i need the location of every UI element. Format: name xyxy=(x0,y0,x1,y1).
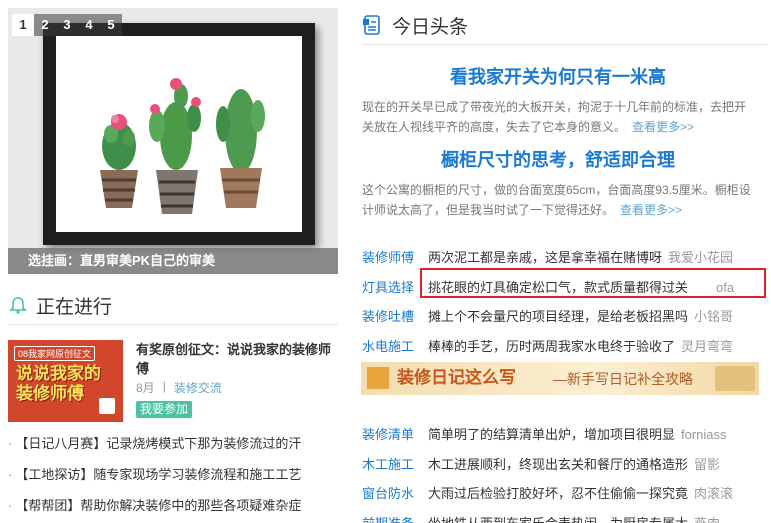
highlight-box xyxy=(420,268,766,298)
news-category[interactable]: 水电施工 xyxy=(362,332,428,362)
headline-body: 现在的开关早已成了带夜光的大板开关，拘泥于十几年前的标准，去把开关放在人视线平齐… xyxy=(362,97,754,137)
slider-tabs: 1 2 3 4 5 xyxy=(12,14,122,36)
headlines-title: 今日头条 xyxy=(392,16,469,38)
news-row[interactable]: 装修清单 简单明了的结算清单出炉，增加项目很明显 forniass xyxy=(362,420,767,450)
news-row[interactable]: 木工施工 木工进展顺利，终现出玄关和餐厅的通格造形 留影 xyxy=(362,450,767,480)
news-title[interactable]: 大雨过后检验打胶好坏，忍不住偷偷一探究竟 xyxy=(428,479,688,509)
news-title[interactable]: 木工进展顺利，终现出玄关和餐厅的通格造形 xyxy=(428,450,688,480)
news-row[interactable]: 窗台防水 大雨过后检验打胶好坏，忍不住偷偷一探究竟 肉滚滚 xyxy=(362,479,767,509)
gift-icon xyxy=(99,398,115,414)
bullet-icon: · xyxy=(8,498,13,513)
news-category[interactable]: 装修清单 xyxy=(362,420,428,450)
news-title[interactable]: 坐地铁从西到东家乐会表热闹，为厨房专属大 xyxy=(428,509,688,523)
bullet-icon: · xyxy=(8,436,13,451)
list-item[interactable]: · 【日记八月赛】记录烧烤模式下那为装修流过的汗 xyxy=(8,436,348,467)
bullet-icon: · xyxy=(8,467,13,482)
news-author[interactable]: 燕肉 xyxy=(694,509,720,523)
headline-article: 看我家开关为何只有一米高 现在的开关早已成了带夜光的大板开关，拘泥于十几年前的标… xyxy=(362,63,754,137)
list-item[interactable]: · 【工地探访】随专家现场学习装修流程和施工工艺 xyxy=(8,467,348,498)
slider-tab-2[interactable]: 2 xyxy=(34,14,56,36)
news-row[interactable]: 水电施工 棒棒的手艺，历时两周我家水电终于验收了 灵月弯弯 xyxy=(362,332,767,362)
slider-tab-4[interactable]: 4 xyxy=(78,14,100,36)
join-button[interactable]: 我要参加 xyxy=(136,401,193,418)
headline-summary: 这个公寓的橱柜的尺寸，做的台面宽度65cm，台面高度93.5厘米。橱柜设计师说太… xyxy=(362,183,751,217)
feature-meta: 8月 | 装修交流 xyxy=(136,379,222,396)
list-item-text: 【工地探访】随专家现场学习装修流程和施工工艺 xyxy=(15,467,302,482)
news-author[interactable]: 留影 xyxy=(694,450,720,480)
list-item-text: 【帮帮团】帮助你解决装修中的那些各项疑难杂症 xyxy=(15,498,302,513)
bracket-icon xyxy=(367,367,389,389)
slider-caption[interactable]: 选挂画：直男审美PK自己的审美 xyxy=(8,248,338,274)
news-author[interactable]: forniass xyxy=(681,420,727,450)
divider xyxy=(8,324,338,325)
feature-image-text: 说说我家的装修师傅 xyxy=(16,364,101,403)
news-category[interactable]: 装修师傅 xyxy=(362,243,428,273)
news-row[interactable]: 前期准备 坐地铁从西到东家乐会表热闹，为厨房专属大 燕肉 xyxy=(362,509,767,523)
news-author[interactable]: 灵月弯弯 xyxy=(681,332,733,362)
feature-image[interactable]: 08我家网原创征文 说说我家的装修师傅 xyxy=(8,340,123,422)
headline-body: 这个公寓的橱柜的尺寸，做的台面宽度65cm，台面高度93.5厘米。橱柜设计师说太… xyxy=(362,180,754,220)
feature-month: 8月 xyxy=(136,381,155,395)
feature-category[interactable]: 装修交流 xyxy=(174,379,222,396)
bell-icon xyxy=(9,297,27,314)
banner-subtitle: —新手写日记补全攻略 xyxy=(553,371,693,387)
slider-tab-3[interactable]: 3 xyxy=(56,14,78,36)
framed-picture[interactable] xyxy=(43,23,315,245)
cactus-image xyxy=(100,78,265,214)
image-slider[interactable]: 1 2 3 4 5 选挂画：直男审美PK自己的审美 xyxy=(8,8,338,274)
headline-article: 橱柜尺寸的思考，舒适即合理 这个公寓的橱柜的尺寸，做的台面宽度65cm，台面高度… xyxy=(362,146,754,220)
slider-tab-5[interactable]: 5 xyxy=(100,14,122,36)
headline-title[interactable]: 看我家开关为何只有一米高 xyxy=(362,63,754,89)
ongoing-list: · 【日记八月赛】记录烧烤模式下那为装修流过的汗 · 【工地探访】随专家现场学习… xyxy=(8,436,348,523)
feature-title[interactable]: 有奖原创征文：说说我家的装修师傅 xyxy=(136,340,336,378)
ongoing-title: 正在进行 xyxy=(36,296,113,318)
news-category[interactable]: 灯具选择 xyxy=(362,273,428,303)
news-title[interactable]: 摊上个不会量尺的项目经理，是给老板招黑吗 xyxy=(428,302,688,332)
document-icon xyxy=(363,15,380,35)
news-category[interactable]: 前期准备 xyxy=(362,509,428,523)
diary-banner[interactable]: 装修日记这么写 —新手写日记补全攻略 xyxy=(361,362,759,395)
news-row[interactable]: 装修吐槽 摊上个不会量尺的项目经理，是给老板招黑吗 小铭哥 xyxy=(362,302,767,332)
ongoing-header: 正在进行 xyxy=(8,290,112,320)
feature-card: 08我家网原创征文 说说我家的装修师傅 有奖原创征文：说说我家的装修师傅 8月 … xyxy=(8,340,338,422)
cactus-illustration xyxy=(56,36,302,232)
read-more-link[interactable]: 查看更多>> xyxy=(620,203,682,217)
news-title[interactable]: 简单明了的结算清单出炉，增加项目很明显 xyxy=(428,420,675,450)
news-category[interactable]: 木工施工 xyxy=(362,450,428,480)
news-author[interactable]: 肉滚滚 xyxy=(694,479,733,509)
banner-title: 装修日记这么写 xyxy=(397,368,516,387)
news-category[interactable]: 窗台防水 xyxy=(362,479,428,509)
read-more-link[interactable]: 查看更多>> xyxy=(632,120,694,134)
banner-decoration xyxy=(715,366,755,391)
meta-separator: | xyxy=(162,379,166,393)
headline-title[interactable]: 橱柜尺寸的思考，舒适即合理 xyxy=(362,146,754,172)
news-author[interactable]: 小铭哥 xyxy=(694,302,733,332)
divider xyxy=(362,44,767,45)
list-item[interactable]: · 【帮帮团】帮助你解决装修中的那些各项疑难杂症 xyxy=(8,498,348,523)
feature-image-badge: 08我家网原创征文 xyxy=(14,346,96,361)
list-item-text: 【日记八月赛】记录烧烤模式下那为装修流过的汗 xyxy=(15,436,302,451)
slider-tab-1[interactable]: 1 xyxy=(12,14,34,36)
headlines-header: 今日头条 xyxy=(362,8,468,42)
news-category[interactable]: 装修吐槽 xyxy=(362,302,428,332)
news-title[interactable]: 棒棒的手艺，历时两周我家水电终于验收了 xyxy=(428,332,675,362)
